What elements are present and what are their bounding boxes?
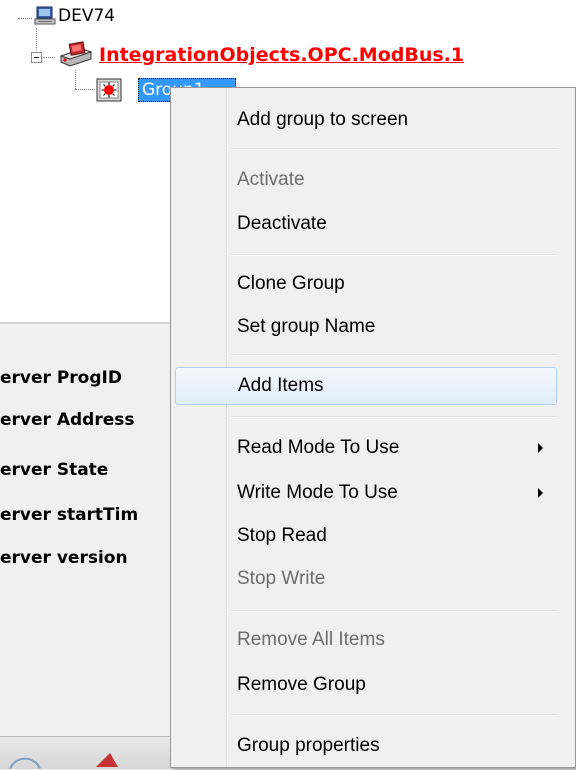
menu-item-label: Remove Group (237, 674, 366, 695)
menu-separator (231, 354, 557, 356)
menu-item-label: Add Items (238, 375, 324, 396)
tree-connector (18, 18, 32, 19)
tree-connector (75, 89, 95, 90)
menu-item-label: Clone Group (237, 273, 345, 294)
menu-item-add-items[interactable]: Add Items (175, 367, 557, 405)
tree-node-server-label[interactable]: IntegrationObjects.OPC.ModBus.1 (99, 44, 464, 66)
submenu-arrow-icon (538, 443, 543, 453)
menu-separator (231, 254, 557, 256)
property-label-version: erver version (0, 548, 128, 568)
menu-item-write-mode[interactable]: Write Mode To Use (175, 474, 557, 512)
menu-item-read-mode[interactable]: Read Mode To Use (175, 429, 557, 467)
menu-item-label: Read Mode To Use (237, 437, 400, 458)
menu-item-activate: Activate (175, 161, 557, 199)
submenu-arrow-icon (538, 488, 543, 498)
menu-item-label: Add group to screen (237, 109, 409, 130)
menu-item-label: Stop Read (237, 525, 327, 546)
tree-connector (36, 28, 37, 50)
menu-separator (231, 714, 557, 716)
tree-connector (43, 57, 55, 58)
property-label-address: erver Address (0, 410, 135, 430)
menu-item-label: Stop Write (237, 568, 326, 589)
menu-item-label: Deactivate (237, 213, 327, 234)
menu-item-label: Write Mode To Use (237, 482, 398, 503)
menu-item-stop-write: Stop Write (175, 560, 557, 598)
menu-item-add-group-to-screen[interactable]: Add group to screen (175, 101, 557, 139)
menu-item-deactivate[interactable]: Deactivate (175, 205, 557, 243)
menu-item-group-properties[interactable]: Group properties (175, 727, 557, 765)
menu-item-set-group-name[interactable]: Set group Name (175, 308, 557, 346)
menu-separator (231, 148, 557, 150)
group-icon (96, 78, 122, 102)
menu-item-label: Remove All Items (237, 629, 385, 650)
menu-item-remove-group[interactable]: Remove Group (175, 666, 557, 704)
toolbar-circle-icon[interactable] (8, 741, 42, 769)
tree-connector (75, 70, 76, 89)
menu-separator (231, 416, 557, 418)
property-label-state: erver State (0, 460, 109, 480)
menu-item-clone-group[interactable]: Clone Group (175, 265, 557, 303)
computer-icon (34, 6, 56, 25)
property-label-progid: erver ProgID (0, 368, 122, 388)
opc-server-icon (59, 41, 93, 67)
menu-item-label: Activate (237, 169, 305, 190)
menu-item-stop-read[interactable]: Stop Read (175, 517, 557, 555)
property-label-starttime: erver startTim (0, 505, 139, 525)
group-context-menu[interactable]: Add group to screen Activate Deactivate … (170, 87, 576, 768)
collapse-toggle-icon[interactable] (31, 52, 42, 63)
menu-item-remove-all-items: Remove All Items (175, 621, 557, 659)
tree-node-root-label[interactable]: DEV74 (58, 6, 115, 26)
menu-item-label: Group properties (237, 735, 380, 756)
toolbar-arrow-icon[interactable] (92, 745, 122, 769)
menu-separator (231, 610, 557, 612)
menu-item-label: Set group Name (237, 316, 376, 337)
